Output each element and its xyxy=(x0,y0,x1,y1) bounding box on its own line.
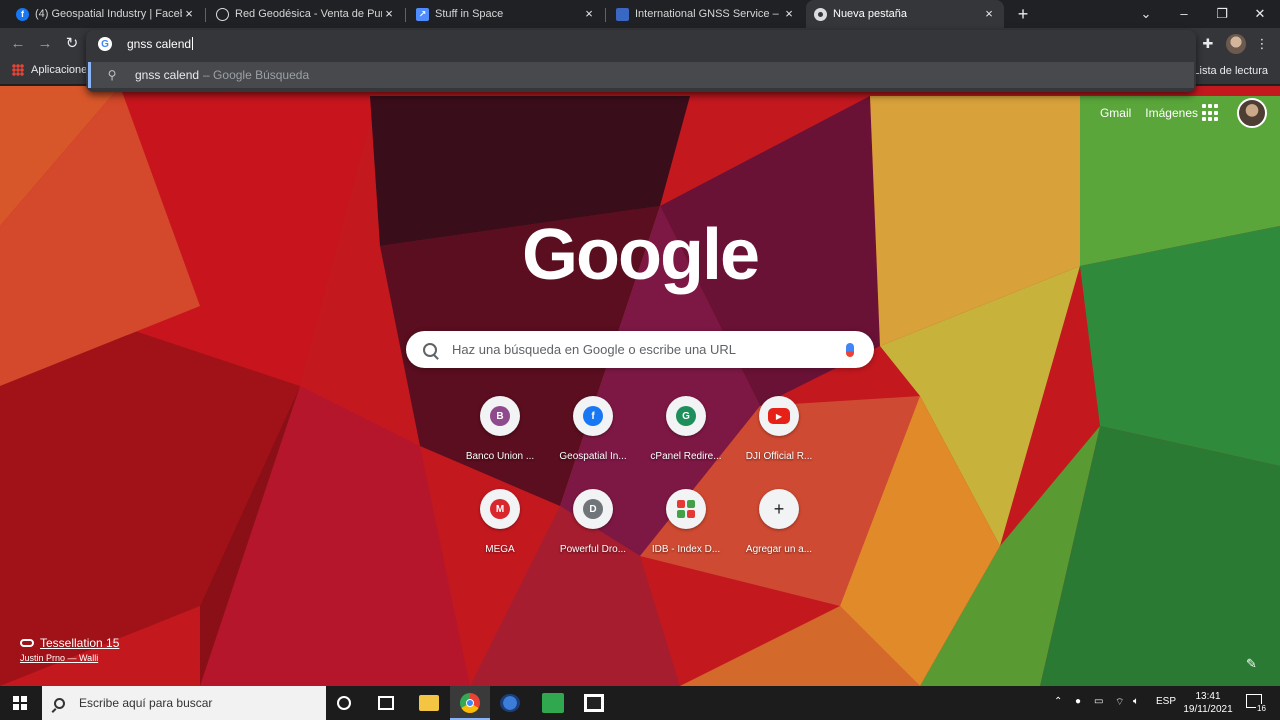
tab-stuff-in-space[interactable]: ↗ Stuff in Space × xyxy=(408,0,604,28)
facebook-icon: f xyxy=(583,406,603,426)
add-icon: + xyxy=(773,498,785,519)
forward-arrow-icon[interactable]: → xyxy=(34,33,56,55)
file-explorer-icon[interactable] xyxy=(419,695,439,711)
search-icon: ⚲ xyxy=(107,68,117,82)
search-placeholder: Haz una búsqueda en Google o escribe una… xyxy=(452,342,737,357)
windows-taskbar: Escribe aquí para buscar ⌃ ● ▭ ⌔ 🔈︎ ESP … xyxy=(0,686,1280,720)
images-link[interactable]: Imágenes xyxy=(1145,106,1198,120)
tray-overflow-icon[interactable]: ⌃ xyxy=(1054,696,1062,707)
search-icon xyxy=(423,342,437,357)
google-g-icon: G xyxy=(98,37,112,51)
new-tab-button[interactable]: + xyxy=(1013,4,1033,24)
reading-list-button[interactable]: Lista de lectura xyxy=(1193,65,1268,77)
maximize-icon[interactable]: ❐ xyxy=(1203,0,1241,28)
cortana-circle-icon[interactable] xyxy=(337,696,351,710)
windows-start-icon[interactable] xyxy=(13,696,27,710)
banco-union-icon: B xyxy=(490,406,510,426)
minimize-icon[interactable]: – xyxy=(1165,0,1203,28)
ntp-search-box[interactable]: Haz una búsqueda en Google o escribe una… xyxy=(406,331,874,368)
profile-avatar[interactable] xyxy=(1226,34,1246,54)
tab-divider xyxy=(405,8,406,22)
cpanel-icon: G xyxy=(676,406,696,426)
google-top-links: Gmail Imágenes xyxy=(1100,106,1198,120)
globe-icon xyxy=(216,7,229,21)
gmail-link[interactable]: Gmail xyxy=(1100,106,1131,120)
microphone-tray-icon[interactable]: ● xyxy=(1075,696,1081,707)
tab-search-chevron-icon[interactable]: ⌄ xyxy=(1127,0,1165,28)
youtube-icon: ▶ xyxy=(768,408,790,424)
close-window-icon[interactable]: ✕ xyxy=(1241,0,1279,28)
chrome-icon xyxy=(814,7,827,21)
new-tab-page: Gmail Imágenes Google Haz una búsqueda e… xyxy=(0,86,1280,686)
tessellation-background xyxy=(0,86,1280,686)
shortcut-dji[interactable]: ▶ DJI Official R... xyxy=(732,396,826,476)
battery-icon[interactable]: ▭ xyxy=(1094,696,1103,707)
omnibox[interactable]: G gnss calend xyxy=(86,30,1196,58)
attribution-author-link[interactable]: Justin Prno — Walli xyxy=(20,653,119,663)
search-icon xyxy=(54,697,65,709)
volume-icon[interactable]: 🔈︎ xyxy=(1133,696,1139,707)
microphone-icon[interactable] xyxy=(846,342,854,357)
idb-icon xyxy=(677,500,695,518)
google-logo: Google xyxy=(522,215,760,295)
tab-divider xyxy=(605,8,606,22)
tab-geospatial-facebook[interactable]: f (4) Geospatial Industry | Faceboo × xyxy=(8,0,204,28)
extensions-puzzle-icon[interactable]: ✚ xyxy=(1198,34,1218,54)
link-icon xyxy=(20,639,34,647)
shortcut-add[interactable]: + Agregar un a... xyxy=(732,489,826,569)
facebook-icon: f xyxy=(16,7,29,21)
task-view-icon[interactable] xyxy=(378,696,394,710)
google-apps-grid-icon[interactable] xyxy=(1202,104,1220,122)
attribution-title-link[interactable]: Tessellation 15 xyxy=(20,636,119,650)
menu-dots-icon[interactable]: ⋮ xyxy=(1252,34,1272,54)
tab-strip: f (4) Geospatial Industry | Faceboo × Re… xyxy=(0,0,1280,28)
taskbar-clock[interactable]: 13:41 19/11/2021 xyxy=(1178,690,1238,716)
back-arrow-icon[interactable]: ← xyxy=(7,33,29,55)
chrome-taskbar-slot[interactable] xyxy=(450,686,490,720)
shortcut-banco-union[interactable]: B Banco Union ... xyxy=(453,396,547,476)
tab-igs[interactable]: International GNSS Service – Ena × xyxy=(608,0,804,28)
omnibox-dropdown: G gnss calend ⚲ gnss calend – Google Bús… xyxy=(86,30,1196,92)
tab-red-geodesica[interactable]: Red Geodésica - Venta de Puntos × xyxy=(208,0,404,28)
close-tab-icon[interactable]: × xyxy=(182,7,196,21)
powerful-drone-icon: D xyxy=(583,499,603,519)
mega-icon: M xyxy=(490,499,510,519)
shortcut-powerful-drone[interactable]: D Powerful Dro... xyxy=(546,489,640,569)
close-tab-icon[interactable]: × xyxy=(582,7,596,21)
shortcut-idb[interactable]: IDB - Index D... xyxy=(639,489,733,569)
close-tab-icon[interactable]: × xyxy=(982,7,996,21)
notification-count: 16 xyxy=(1256,704,1267,713)
spreadsheet-app-icon[interactable] xyxy=(542,693,564,713)
omnibox-input[interactable]: gnss calend xyxy=(127,37,194,51)
shortcut-cpanel[interactable]: G cPanel Redire... xyxy=(639,396,733,476)
shortcut-geospatial[interactable]: f Geospatial In... xyxy=(546,396,640,476)
shortcut-mega[interactable]: M MEGA xyxy=(453,489,547,569)
close-tab-icon[interactable]: × xyxy=(382,7,396,21)
google-account-avatar[interactable] xyxy=(1237,98,1267,128)
close-tab-icon[interactable]: × xyxy=(782,7,796,21)
terminal-app-icon[interactable] xyxy=(584,694,604,712)
background-attribution: Tessellation 15 Justin Prno — Walli xyxy=(20,636,119,663)
omnibox-suggestion[interactable]: ⚲ gnss calend – Google Búsqueda xyxy=(88,62,1194,88)
tab-nueva-pestana[interactable]: Nueva pestaña × xyxy=(806,0,1004,28)
taskbar-search-box[interactable]: Escribe aquí para buscar xyxy=(42,686,326,720)
apps-grid-icon xyxy=(12,64,24,76)
customize-pencil-icon[interactable]: ✎ xyxy=(1246,656,1260,671)
igs-icon xyxy=(616,7,629,21)
chrome-icon xyxy=(460,693,480,713)
rocket-icon: ↗ xyxy=(416,7,429,21)
bookmark-apps[interactable]: Aplicaciones xyxy=(12,64,93,76)
globe-app-icon[interactable] xyxy=(500,694,520,712)
wifi-icon[interactable]: ⌔ xyxy=(1115,696,1124,709)
reload-icon[interactable]: ↻ xyxy=(61,33,83,55)
input-language[interactable]: ESP xyxy=(1156,696,1176,707)
tab-divider xyxy=(205,8,206,22)
